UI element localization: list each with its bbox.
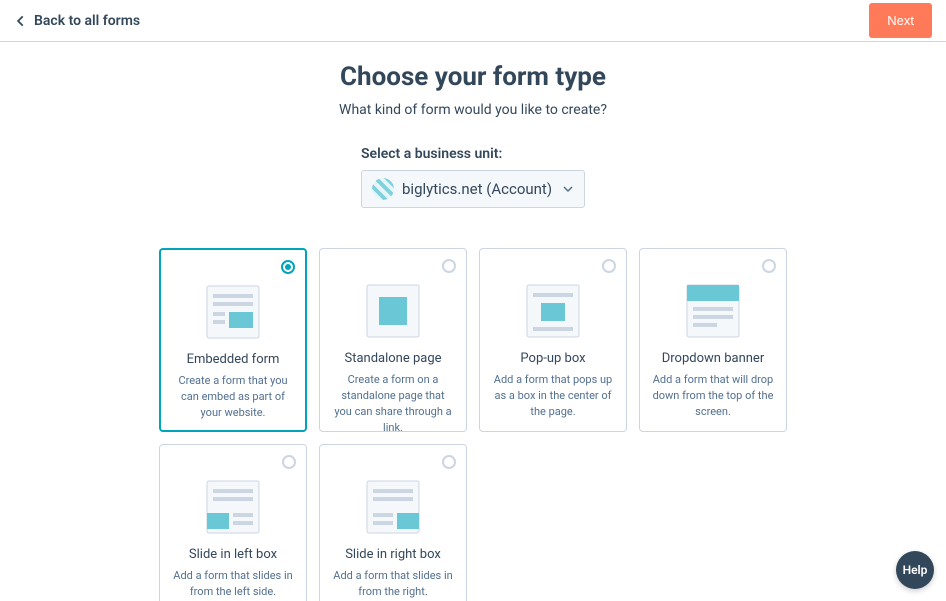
thumb-slide-left-icon bbox=[205, 479, 261, 535]
option-slide-right[interactable]: Slide in right box Add a form that slide… bbox=[319, 444, 467, 601]
thumb-slide-right-icon bbox=[365, 479, 421, 535]
option-slide-left[interactable]: Slide in left box Add a form that slides… bbox=[159, 444, 307, 601]
radio-icon bbox=[282, 455, 296, 469]
page-subtitle: What kind of form would you like to crea… bbox=[0, 102, 946, 118]
option-title: Slide in left box bbox=[189, 547, 277, 562]
business-unit-avatar-icon bbox=[372, 178, 394, 200]
option-standalone-page[interactable]: Standalone page Create a form on a stand… bbox=[319, 248, 467, 432]
option-title: Embedded form bbox=[187, 352, 280, 367]
option-desc: Add a form that slides in from the left … bbox=[170, 568, 296, 600]
option-embedded-form[interactable]: Embedded form Create a form that you can… bbox=[159, 248, 307, 432]
business-unit-select[interactable]: biglytics.net (Account) bbox=[361, 170, 585, 208]
thumb-embedded-icon bbox=[205, 284, 261, 340]
radio-icon bbox=[442, 259, 456, 273]
form-type-grid: Embedded form Create a form that you can… bbox=[153, 248, 793, 601]
radio-icon bbox=[281, 260, 295, 274]
option-desc: Add a form that will drop down from the … bbox=[650, 372, 776, 420]
back-to-forms-link[interactable]: Back to all forms bbox=[14, 13, 140, 29]
page-title: Choose your form type bbox=[0, 62, 946, 92]
chevron-down-icon bbox=[562, 183, 574, 195]
option-title: Standalone page bbox=[344, 351, 441, 366]
radio-icon bbox=[762, 259, 776, 273]
thumb-dropdown-icon bbox=[685, 283, 741, 339]
business-unit-value: biglytics.net (Account) bbox=[402, 180, 552, 198]
help-button[interactable]: Help bbox=[896, 551, 934, 589]
option-desc: Create a form on a standalone page that … bbox=[330, 372, 456, 436]
option-title: Dropdown banner bbox=[662, 351, 764, 366]
radio-icon bbox=[442, 455, 456, 469]
option-desc: Add a form that slides in from the right… bbox=[330, 568, 456, 600]
topbar: Back to all forms Next bbox=[0, 0, 946, 42]
back-label: Back to all forms bbox=[34, 13, 140, 29]
next-button[interactable]: Next bbox=[869, 3, 932, 38]
option-title: Pop-up box bbox=[520, 351, 585, 366]
option-desc: Add a form that pops up as a box in the … bbox=[490, 372, 616, 420]
option-desc: Create a form that you can embed as part… bbox=[171, 373, 295, 421]
option-title: Slide in right box bbox=[345, 547, 441, 562]
thumb-popup-icon bbox=[525, 283, 581, 339]
chevron-left-icon bbox=[14, 14, 28, 28]
option-dropdown-banner[interactable]: Dropdown banner Add a form that will dro… bbox=[639, 248, 787, 432]
content-scroll[interactable]: Choose your form type What kind of form … bbox=[0, 42, 946, 601]
radio-icon bbox=[602, 259, 616, 273]
thumb-standalone-icon bbox=[365, 283, 421, 339]
business-unit-label: Select a business unit: bbox=[361, 146, 585, 162]
option-popup-box[interactable]: Pop-up box Add a form that pops up as a … bbox=[479, 248, 627, 432]
